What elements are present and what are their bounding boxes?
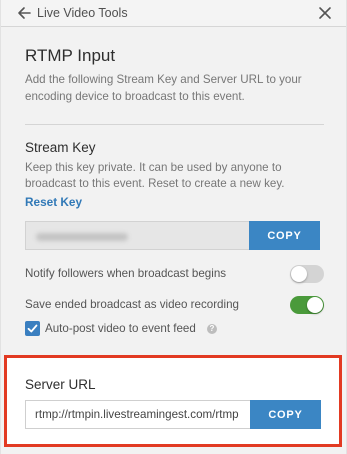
stream-key-title: Stream Key [25,140,96,155]
copy-stream-key-button[interactable]: COPY [249,221,320,250]
toggle-knob [307,297,323,313]
save-recording-label: Save ended broadcast as video recording [25,298,239,311]
stream-key-field[interactable] [25,221,249,250]
server-url-field[interactable]: rtmp://rtmpin.livestreamingest.com/rtmp [25,400,251,429]
reset-key-link[interactable]: Reset Key [25,195,82,209]
header-title: Live Video Tools [37,6,128,20]
close-icon[interactable] [318,6,332,20]
info-icon[interactable]: ? [207,324,217,334]
stream-key-description: Keep this key private. It can be used by… [25,161,285,190]
live-video-tools-panel: Live Video Tools RTMP Input Add the foll… [0,0,347,454]
stream-key-obscured-value [36,233,128,241]
save-recording-toggle[interactable] [290,296,324,314]
back-arrow-icon[interactable] [17,6,31,20]
auto-post-checkbox[interactable] [25,321,40,336]
copy-server-url-button[interactable]: COPY [250,400,321,429]
toggle-knob [291,266,307,282]
checkmark-icon [27,324,38,333]
panel-header: Live Video Tools [1,0,346,27]
server-url-title: Server URL [25,377,96,392]
rtmp-input-description: Add the following Stream Key and Server … [25,73,302,103]
notify-followers-label: Notify followers when broadcast begins [25,267,227,280]
notify-followers-toggle[interactable] [290,265,324,283]
section-divider [25,124,324,125]
auto-post-label: Auto-post video to event feed [45,322,196,335]
rtmp-input-title: RTMP Input [25,46,116,65]
